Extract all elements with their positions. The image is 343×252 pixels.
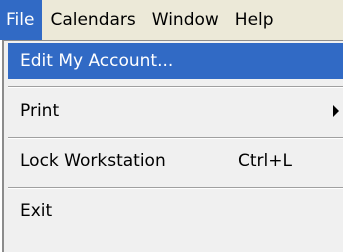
menu-item-label: Edit My Account... <box>20 51 174 71</box>
menu-window[interactable]: Window <box>144 0 227 40</box>
menu-item-label: Exit <box>20 201 53 221</box>
menu-item-edit-my-account[interactable]: Edit My Account... <box>8 43 343 79</box>
menu-separator <box>8 187 343 189</box>
menu-item-exit[interactable]: Exit <box>8 193 343 229</box>
menu-calendars[interactable]: Calendars <box>42 0 143 40</box>
menu-bar: File Calendars Window Help <box>0 0 343 40</box>
menu-separator <box>8 137 343 139</box>
submenu-arrow-icon <box>333 105 339 117</box>
menu-item-label: Lock Workstation <box>20 151 166 171</box>
file-menu-dropdown: Edit My Account... Print Lock Workstatio… <box>2 40 343 252</box>
menu-separator <box>8 86 343 88</box>
menu-file[interactable]: File <box>0 0 43 40</box>
menu-item-shortcut: Ctrl+L <box>238 151 292 171</box>
menu-item-print[interactable]: Print <box>8 93 343 129</box>
menu-item-label: Print <box>20 101 60 121</box>
menu-help[interactable]: Help <box>227 0 282 40</box>
menu-item-lock-workstation[interactable]: Lock Workstation Ctrl+L <box>8 143 343 179</box>
